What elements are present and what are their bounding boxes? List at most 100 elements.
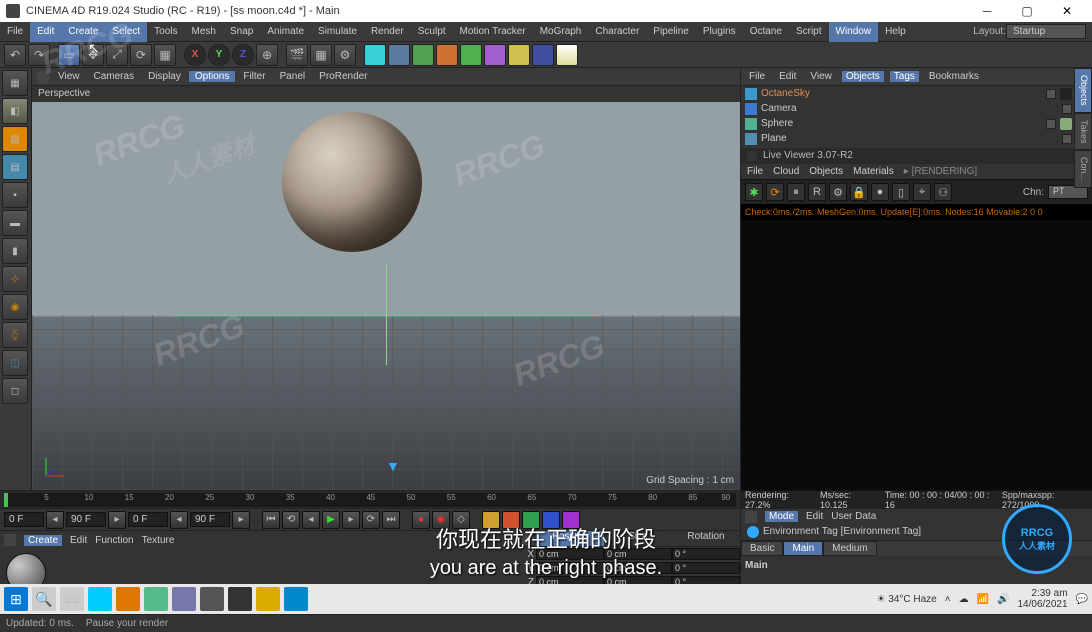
menu-edit[interactable]: Edit xyxy=(30,22,61,42)
pen-tool[interactable] xyxy=(388,44,410,66)
obj-menu-bookmarks[interactable]: Bookmarks xyxy=(925,71,983,82)
lv-pick-button[interactable]: ⌖ xyxy=(913,183,931,201)
menu-plugins[interactable]: Plugins xyxy=(696,22,743,42)
menu-simulate[interactable]: Simulate xyxy=(311,22,364,42)
vp-menu-options[interactable]: Options xyxy=(189,71,235,82)
snap-toggle[interactable]: ⧲ xyxy=(2,322,28,348)
array-tool[interactable] xyxy=(436,44,458,66)
tray-cloud-icon[interactable]: ☁ xyxy=(959,594,969,605)
tab-takes[interactable]: Takes xyxy=(1074,113,1092,151)
timeline[interactable]: 0 5 10 15 20 25 30 35 40 45 50 55 60 65 … xyxy=(0,490,740,508)
lv-lock-button[interactable]: 🔒 xyxy=(850,183,868,201)
environment-tool[interactable] xyxy=(508,44,530,66)
taskbar-app[interactable] xyxy=(256,587,280,611)
axis-mode-button[interactable]: ⊹ xyxy=(2,266,28,292)
visibility-toggle[interactable] xyxy=(1062,134,1072,144)
taskbar-app[interactable] xyxy=(172,587,196,611)
tray-wifi-icon[interactable]: 📶 xyxy=(977,594,989,605)
next-frame-button[interactable]: ▸ xyxy=(342,511,360,529)
menu-mograph[interactable]: MoGraph xyxy=(533,22,589,42)
lv-pin-button[interactable]: ⚇ xyxy=(934,183,952,201)
windows-taskbar[interactable]: ⊞ 🔍 ▭ ☀ 34°C Haze ˄ ☁ 📶 🔊 2:39 am 14/06/… xyxy=(0,584,1092,614)
frame-step-up[interactable]: ▸ xyxy=(108,511,126,529)
start-frame-field[interactable]: 0 F xyxy=(4,512,44,527)
lv-menu-file[interactable]: File xyxy=(747,166,763,177)
lv-menu-cloud[interactable]: Cloud xyxy=(773,166,799,177)
obj-menu-tags[interactable]: Tags xyxy=(890,71,919,82)
object-name[interactable]: Sphere xyxy=(761,118,1042,129)
coord-y-rot[interactable]: 0 ° xyxy=(672,562,740,574)
lv-pause-button[interactable]: ⏸ xyxy=(787,183,805,201)
mat-menu-function[interactable]: Function xyxy=(95,535,133,546)
render-settings-button[interactable]: ⚙ xyxy=(334,44,356,66)
mat-menu-texture[interactable]: Texture xyxy=(142,535,175,546)
menu-file[interactable]: File xyxy=(0,22,30,42)
poly-mode-button[interactable]: ▮ xyxy=(2,238,28,264)
model-mode-button[interactable]: ◧ xyxy=(2,98,28,124)
octane-tag-icon[interactable] xyxy=(1060,88,1072,100)
lv-menu-objects[interactable]: Objects xyxy=(809,166,843,177)
undo-button[interactable]: ↶ xyxy=(4,44,26,66)
cube-primitive[interactable] xyxy=(364,44,386,66)
frame-step-down2[interactable]: ◂ xyxy=(170,511,188,529)
goto-start-button[interactable]: ⏮ xyxy=(262,511,280,529)
point-mode-button[interactable]: ▪ xyxy=(2,182,28,208)
vp-menu-cameras[interactable]: Cameras xyxy=(88,71,141,82)
obj-menu-objects[interactable]: Objects xyxy=(842,71,884,82)
tab-content[interactable]: Con... xyxy=(1074,150,1092,188)
z-axis-toggle[interactable]: Z xyxy=(232,44,254,66)
layout-select[interactable]: Startup xyxy=(1006,24,1086,39)
taskbar-app[interactable] xyxy=(144,587,168,611)
deformer-tool[interactable] xyxy=(484,44,506,66)
viewport-solo-button[interactable]: ◉ xyxy=(2,294,28,320)
vp-menu-filter[interactable]: Filter xyxy=(237,71,271,82)
clock[interactable]: 2:39 am 14/06/2021 xyxy=(1017,588,1067,610)
obj-menu-view[interactable]: View xyxy=(806,71,836,82)
visibility-toggle[interactable] xyxy=(1046,89,1056,99)
minimize-button[interactable]: ─ xyxy=(968,0,1006,22)
current-frame-field[interactable]: 0 F xyxy=(128,512,168,527)
search-button[interactable]: 🔍 xyxy=(32,587,56,611)
world-toggle[interactable]: ⊕ xyxy=(256,44,278,66)
menu-render[interactable]: Render xyxy=(364,22,411,42)
latest-tool[interactable]: ▦ xyxy=(154,44,176,66)
visibility-toggle[interactable] xyxy=(1046,119,1056,129)
lv-cam-button[interactable]: ▯ xyxy=(892,183,910,201)
menu-script[interactable]: Script xyxy=(789,22,829,42)
lv-sphere-button[interactable]: ● xyxy=(871,183,889,201)
coord-x-rot[interactable]: 0 ° xyxy=(672,548,740,560)
frame-step-down[interactable]: ◂ xyxy=(46,511,64,529)
taskbar-app[interactable] xyxy=(88,587,112,611)
mat-menu-edit[interactable]: Edit xyxy=(70,535,87,546)
tab-objects[interactable]: Objects xyxy=(1074,68,1092,113)
frame-step-up2[interactable]: ▸ xyxy=(232,511,250,529)
attr-tab-basic[interactable]: Basic xyxy=(741,541,783,556)
object-name[interactable]: Plane xyxy=(761,133,1058,144)
taskbar-app[interactable] xyxy=(116,587,140,611)
menu-motiontracker[interactable]: Motion Tracker xyxy=(453,22,533,42)
taskbar-app[interactable] xyxy=(228,587,252,611)
menu-octane[interactable]: Octane xyxy=(743,22,789,42)
lv-refresh-button[interactable]: ⟳ xyxy=(766,183,784,201)
mat-menu-create[interactable]: Create xyxy=(24,535,62,546)
maximize-button[interactable]: ▢ xyxy=(1008,0,1046,22)
vp-menu-prorender[interactable]: ProRender xyxy=(313,71,373,82)
tray-sound-icon[interactable]: 🔊 xyxy=(997,594,1009,605)
objects-list[interactable]: OctaneSky Camera Sphere Plane xyxy=(741,86,1092,148)
edge-mode-button[interactable]: ▬ xyxy=(2,210,28,236)
menu-help[interactable]: Help xyxy=(878,22,913,42)
range-end-field[interactable]: 90 F xyxy=(190,512,230,527)
render-view-button[interactable]: 🎬 xyxy=(286,44,308,66)
coord-rotation-header[interactable]: Rotation xyxy=(672,531,740,546)
workplane-toggle[interactable]: ◫ xyxy=(2,350,28,376)
notifications-button[interactable]: 💬 xyxy=(1076,594,1088,605)
timeline-track[interactable]: 0 5 10 15 20 25 30 35 40 45 50 55 60 65 … xyxy=(4,493,736,507)
menu-window[interactable]: Window xyxy=(829,22,879,42)
object-name[interactable]: OctaneSky xyxy=(761,88,1042,99)
prev-frame-button[interactable]: ◂ xyxy=(302,511,320,529)
subdiv-tool[interactable] xyxy=(412,44,434,66)
workplane-button[interactable]: ▤ xyxy=(2,154,28,180)
lock-button[interactable]: ◻ xyxy=(2,378,28,404)
visibility-toggle[interactable] xyxy=(1062,104,1072,114)
end-frame-field[interactable]: 90 F xyxy=(66,512,106,527)
